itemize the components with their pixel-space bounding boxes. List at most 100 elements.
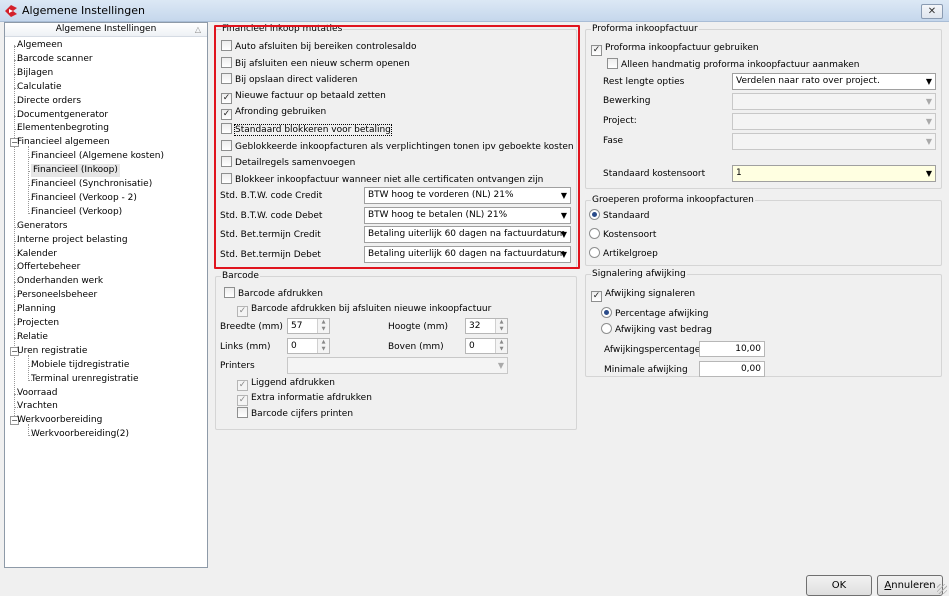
checkbox-box: ✓ [221,93,232,104]
tree-item[interactable]: Offertebeheer [17,261,80,274]
radio-dot [601,307,612,318]
fin-field-select[interactable]: Betaling uiterlijk 60 dagen na factuurda… [364,246,571,263]
extra-info-checkbox[interactable]: ✓ Extra informatie afdrukken [237,392,372,406]
rest-lengte-select[interactable]: Verdelen naar rato over project. ▼ [732,73,936,90]
tree-item[interactable]: Personeelsbeheer [17,289,97,302]
project-select[interactable]: ▼ [732,113,936,130]
tree-item[interactable]: Werkvoorbereiding(2) [31,428,129,441]
ok-button[interactable]: OK [806,575,872,596]
fin-option-checkbox[interactable]: Detailregels samenvoegen [221,156,355,169]
tree-item[interactable]: Elementenbegroting [17,122,109,135]
resize-grip-icon[interactable] [937,584,947,594]
tree-item[interactable]: Barcode scanner [17,53,93,66]
tree-item[interactable]: Onderhanden werk [17,275,103,288]
tree-item[interactable]: Financieel (Algemene kosten) [31,150,164,163]
tree-item[interactable]: Relatie [17,331,48,344]
tree-item[interactable]: Financieel (Inkoop) [31,164,120,177]
fin-option-checkbox[interactable]: Blokkeer inkoopfactuur wanneer niet alle… [221,173,543,186]
cijfers-checkbox[interactable]: Barcode cijfers printen [237,407,353,420]
tree-item[interactable]: Kalender [17,248,57,261]
fin-field-select[interactable]: Betaling uiterlijk 60 dagen na factuurda… [364,226,571,243]
fin-field-select[interactable]: BTW hoog te betalen (NL) 21% ▼ [364,207,571,224]
radio-label: Standaard [603,211,650,221]
printers-select[interactable]: ▼ [287,357,508,374]
tree-item[interactable]: Generators [17,220,67,233]
hoogte-stepper[interactable]: 32 ▲ ▼ [465,318,508,334]
checkbox-label: Auto afsluiten bij bereiken controlesald… [235,42,417,52]
radio-artikelgroep[interactable]: Artikelgroep [589,247,658,260]
afwijking-signaleren-checkbox[interactable]: ✓ Afwijking signaleren [591,288,696,302]
fin-option-checkbox[interactable]: ✓ Nieuwe factuur op betaald zetten [221,90,386,104]
afwijkingspercentage-field[interactable]: 10,00 [699,341,765,357]
checkbox-label: Afwijking signaleren [605,289,696,299]
radio-percentage-afwijking[interactable]: Percentage afwijking [601,307,709,320]
tree-item[interactable]: Voorraad [17,387,57,400]
radio-vast-bedrag[interactable]: Afwijking vast bedrag [601,323,712,336]
tree-item[interactable]: Terminal urenregistratie [31,373,139,386]
tree-item[interactable]: Interne project belasting [17,234,128,247]
rest-lengte-value: Verdelen naar rato over project. [736,76,880,86]
project-label: Project: [603,116,637,126]
proforma-handmatig-checkbox[interactable]: Alleen handmatig proforma inkoopfactuur … [607,58,860,71]
tree-item[interactable]: Directe orders [17,95,81,108]
tree-item[interactable]: Financieel (Synchronisatie) [31,178,152,191]
tree-item[interactable]: Algemeen [17,39,62,52]
tree-item[interactable]: Financieel algemeen [17,136,110,149]
tree-item[interactable]: Uren registratie [17,345,87,358]
barcode-afdrukken-checkbox[interactable]: Barcode afdrukken [224,287,323,300]
spin-up-icon[interactable]: ▲ [496,319,507,326]
close-button[interactable]: ✕ [921,4,943,19]
spin-up-icon[interactable]: ▲ [318,319,329,326]
tree-item[interactable]: Projecten [17,317,59,330]
spin-down-icon[interactable]: ▼ [318,346,329,353]
proforma-gebruiken-checkbox[interactable]: ✓ Proforma inkoopfactuur gebruiken [591,42,759,56]
barcode-afsluiten-checkbox[interactable]: ✓ Barcode afdrukken bij afsluiten nieuwe … [237,303,492,317]
links-value: 0 [291,341,297,351]
dialog-body: Algemene Instellingen △ Algemeen Barcode s… [0,22,949,596]
spin-up-icon[interactable]: ▲ [496,339,507,346]
checkbox-label: Barcode afdrukken bij afsluiten nieuwe i… [251,304,492,314]
checkbox-box: ✓ [237,306,248,317]
tree-item[interactable]: Financieel (Verkoop - 2) [31,192,137,205]
groeperen-title: Groeperen proforma inkoopfacturen [591,195,755,206]
fin-option-checkbox[interactable]: Standaard blokkeren voor betaling [221,123,392,136]
tree-item[interactable]: Werkvoorbereiding [17,414,102,427]
fin-option-checkbox[interactable]: Auto afsluiten bij bereiken controlesald… [221,40,416,53]
spin-down-icon[interactable]: ▼ [496,346,507,353]
fase-label: Fase [603,136,624,146]
tree-item[interactable]: Mobiele tijdregistratie [31,359,129,372]
boven-stepper[interactable]: 0 ▲ ▼ [465,338,508,354]
tree-item[interactable]: Calculatie [17,81,62,94]
minimale-afwijking-field[interactable]: 0,00 [699,361,765,377]
breedte-label: Breedte (mm) [220,322,283,332]
radio-standaard[interactable]: Standaard [589,209,649,222]
tree-item[interactable]: Financieel (Verkoop) [31,206,122,219]
tree-item[interactable]: Documentgenerator [17,109,108,122]
hoogte-value: 32 [469,321,481,331]
links-stepper[interactable]: 0 ▲ ▼ [287,338,330,354]
cancel-button[interactable]: Annuleren [877,575,943,596]
fin-option-checkbox[interactable]: Bij afsluiten een nieuw scherm openen [221,57,410,70]
kostensoort-select[interactable]: 1 ▼ [732,165,936,182]
tree-item[interactable]: Planning [17,303,56,316]
tree-header[interactable]: Algemene Instellingen △ [5,23,207,37]
fin-option-checkbox[interactable]: Geblokkeerde inkoopfacturen als verplich… [221,140,574,153]
spin-down-icon[interactable]: ▼ [496,326,507,333]
checkbox-label: Barcode afdrukken [238,289,323,299]
tree-item[interactable]: Bijlagen [17,67,53,80]
bewerking-select[interactable]: ▼ [732,93,936,110]
tree-item[interactable]: Vrachten [17,400,58,413]
fase-select[interactable]: ▼ [732,133,936,150]
spin-down-icon[interactable]: ▼ [318,326,329,333]
fin-option-checkbox[interactable]: Bij opslaan direct valideren [221,73,357,86]
fin-field-select[interactable]: BTW hoog te vorderen (NL) 21% ▼ [364,187,571,204]
breedte-stepper[interactable]: 57 ▲ ▼ [287,318,330,334]
minimale-afwijking-label: Minimale afwijking [604,365,688,375]
chevron-down-icon: ▼ [925,169,932,178]
checkbox-box [224,287,235,298]
fin-option-checkbox[interactable]: ✓ Afronding gebruiken [221,106,326,120]
radio-kostensoort[interactable]: Kostensoort [589,228,656,241]
checkbox-box [221,73,232,84]
spin-up-icon[interactable]: ▲ [318,339,329,346]
liggend-checkbox[interactable]: ✓ Liggend afdrukken [237,377,335,391]
